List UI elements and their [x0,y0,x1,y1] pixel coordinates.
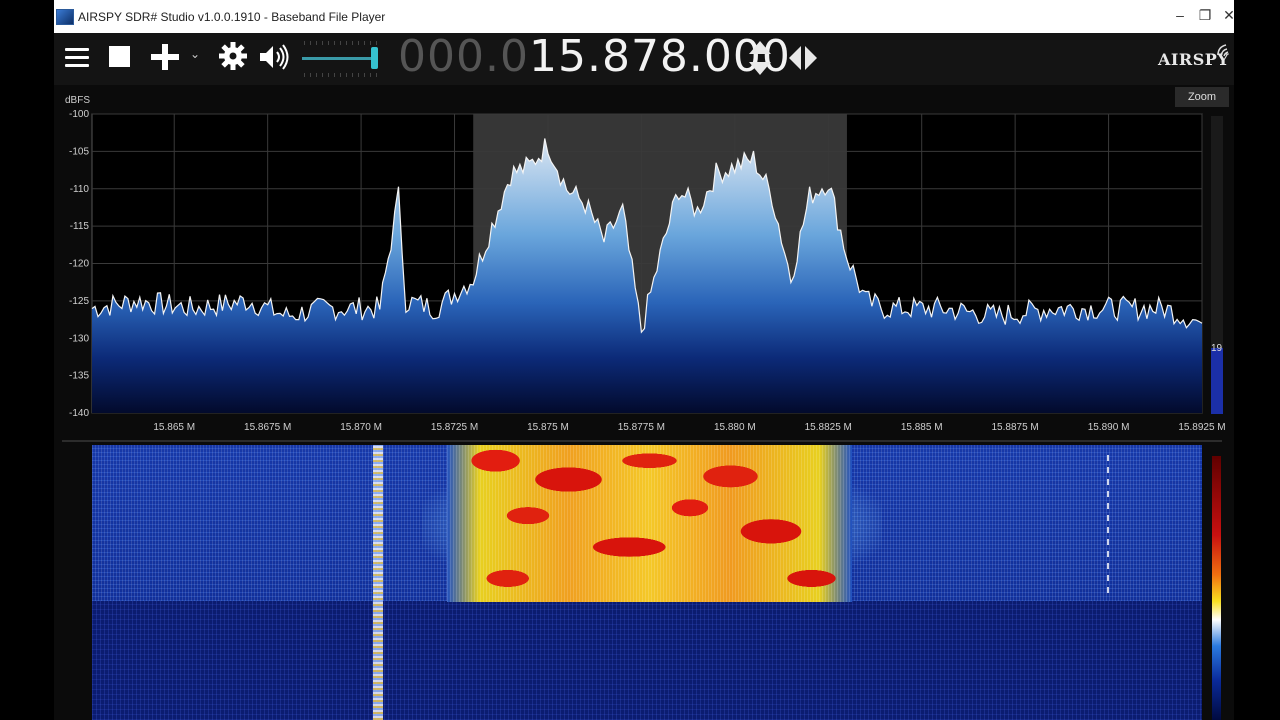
speaker-icon[interactable] [258,42,292,72]
minimize-button[interactable]: – [1171,7,1189,23]
app-window: AIRSPY SDR# Studio v1.0.0.1910 - Baseban… [54,0,1234,720]
waterfall-color-scale[interactable] [1212,456,1221,720]
y-tick-label: -125 [69,296,89,307]
y-tick-label: -140 [69,408,89,419]
x-tick-label: 15.8675 M [244,422,291,433]
level-meter-fill [1211,348,1223,414]
chevron-down-icon[interactable]: ⌄ [190,47,200,77]
gear-icon[interactable] [218,41,248,71]
waterfall-spur [1107,453,1109,593]
waterfall-carrier [373,445,383,720]
panel-splitter[interactable] [62,440,1222,442]
y-tick-label: -100 [69,109,89,120]
volume-slider[interactable] [302,57,376,60]
volume-ticks [304,73,378,77]
x-tick-label: 15.885 M [901,422,943,433]
x-tick-label: 15.8775 M [618,422,665,433]
spectrum-analyzer[interactable]: -100 -105 -110 -115 -120 -125 -130 -135 -140 15.8… [54,108,1234,438]
x-tick-label: 15.870 M [340,422,382,433]
title-bar: AIRSPY SDR# Studio v1.0.0.1910 - Baseban… [54,0,1234,33]
hamburger-icon[interactable] [65,43,89,73]
x-tick-label: 15.8925 M [1178,422,1225,433]
x-tick-label: 15.890 M [1088,422,1130,433]
y-tick-label: -130 [69,333,89,344]
volume-slider-handle[interactable] [371,47,378,69]
zoom-button[interactable]: Zoom [1175,87,1229,107]
plus-icon[interactable] [151,43,179,73]
wifi-icon [1217,44,1229,57]
restore-button[interactable]: ❐ [1196,7,1214,24]
y-axis-label: dBFS [65,95,91,106]
frequency-display[interactable]: 000.015.878.000 [398,35,791,79]
volume-ticks [304,41,378,45]
x-tick-label: 15.8825 M [805,422,852,433]
x-tick-label: 15.8875 M [991,422,1038,433]
up-down-arrows-icon[interactable] [748,39,772,77]
y-tick-label: -110 [70,184,90,195]
left-right-arrows-icon[interactable] [788,45,818,71]
x-tick-label: 15.880 M [714,422,756,433]
level-meter[interactable] [1211,116,1223,414]
waterfall-display[interactable] [92,445,1202,720]
level-meter-value: 19 [1211,343,1223,354]
waterfall-gutter [54,445,92,720]
close-button[interactable]: ✕ [1220,7,1234,24]
toolbar: ⌄ 000.015.878.000 AIRSPY [54,33,1234,85]
stop-icon[interactable] [109,46,130,67]
y-tick-label: -105 [69,146,89,157]
waterfall-noise [92,601,1202,720]
y-tick-label: -135 [69,371,89,382]
window-title: AIRSPY SDR# Studio v1.0.0.1910 - Baseban… [78,10,386,24]
x-tick-label: 15.8725 M [431,422,478,433]
y-tick-label: -115 [70,221,90,232]
x-tick-label: 15.875 M [527,422,569,433]
y-tick-label: -120 [69,259,89,270]
waterfall-signal [447,445,852,602]
frequency-prefix: 000.0 [398,31,529,82]
x-tick-label: 15.865 M [153,422,195,433]
app-icon [56,9,74,25]
